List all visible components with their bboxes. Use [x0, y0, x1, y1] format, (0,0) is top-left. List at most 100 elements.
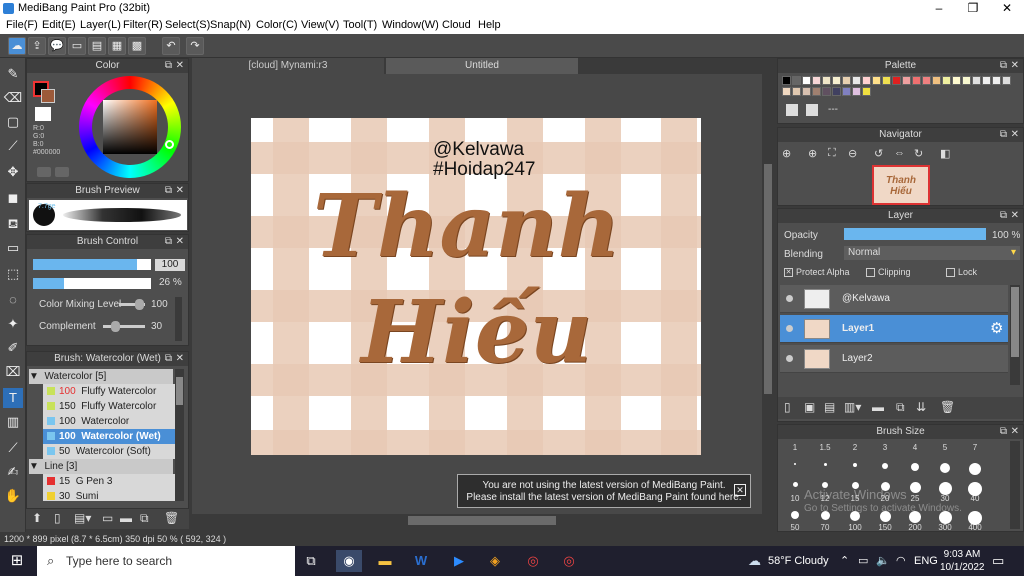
new-brush-icon[interactable]: ▯ [54, 511, 61, 525]
list-item[interactable]: 15 G Pen 3 [43, 474, 183, 489]
brush-size-dot[interactable] [968, 511, 982, 525]
task-view-icon[interactable]: ⧉ [298, 550, 324, 572]
panel-float-icon[interactable]: ⧉ [165, 184, 172, 198]
zoom-icon[interactable]: ▶ [446, 550, 472, 572]
zoom-in-icon[interactable]: ⊕ [782, 147, 791, 160]
palette-swatch[interactable] [892, 76, 901, 85]
delete-layer-icon[interactable]: 🗑 [940, 400, 955, 414]
layer-settings-gear-icon[interactable]: ⚙ [990, 319, 1003, 337]
list-item-selected[interactable]: 100 Watercolor (Wet) [43, 429, 183, 444]
lasso-tool-icon[interactable]: ◌ [3, 290, 23, 310]
palette-swatch[interactable] [862, 76, 871, 85]
zoom-out-icon[interactable]: ⊖ [848, 147, 857, 160]
panel-float-icon[interactable]: ⧉ [1000, 425, 1007, 439]
blending-select[interactable]: Normal ▾ [844, 246, 1020, 260]
select-eraser-icon[interactable]: ⌧ [3, 362, 23, 382]
undo-icon[interactable]: ↶ [162, 37, 180, 55]
panel-float-icon[interactable]: ⧉ [1000, 209, 1007, 223]
list-item[interactable]: 50 Watercolor (Soft) [43, 444, 183, 459]
menu-filter[interactable]: Filter(R) [123, 19, 163, 31]
brush-settings-icon[interactable]: ▭ [102, 511, 113, 525]
hand-tool-icon[interactable]: ✋ [3, 486, 23, 506]
protect-alpha-checkbox[interactable]: ✕ [784, 268, 793, 277]
line-tool-icon[interactable]: ⟋ [3, 136, 23, 156]
menu-color[interactable]: Color(C) [256, 19, 298, 31]
menu-layer[interactable]: Layer(L) [80, 19, 121, 31]
hue-handle[interactable] [165, 140, 174, 149]
select-tool-icon[interactable]: ⬚ [3, 264, 23, 284]
brush-group-watercolor[interactable]: ▼ Watercolor [5] [29, 369, 173, 384]
palette-swatch[interactable] [932, 76, 941, 85]
brush-size-scrollbar[interactable] [1010, 441, 1020, 529]
brush-size-dot[interactable] [794, 463, 796, 465]
palette-swatch[interactable] [842, 87, 851, 96]
cloud-icon[interactable]: ☁ [8, 37, 26, 55]
word-icon[interactable]: W [408, 550, 434, 572]
rotate-left-icon[interactable]: ↺ [874, 147, 883, 160]
menu-tool[interactable]: Tool(T) [343, 19, 377, 31]
transparent-swatch[interactable] [35, 107, 51, 121]
rotate-right-icon[interactable]: ↻ [914, 147, 923, 160]
brush-size-dot[interactable] [853, 463, 857, 467]
layer-scrollbar[interactable] [1010, 285, 1020, 385]
drawing-canvas[interactable]: @Kelvawa #Hoidap247 Thanh Hiếu [251, 118, 701, 455]
palette-swatch[interactable] [902, 76, 911, 85]
speaker-icon[interactable]: 🔈 [876, 554, 890, 567]
color-mode-icon[interactable] [37, 167, 51, 177]
brush-control-scrollbar[interactable] [175, 297, 182, 341]
navigator-thumbnail[interactable]: Thanh Hiếu [872, 165, 930, 205]
panel-float-icon[interactable]: ⧉ [1000, 59, 1007, 73]
panel-float-icon[interactable]: ⧉ [165, 235, 172, 249]
palette-swatch[interactable] [812, 76, 821, 85]
tab-cloud-mynami[interactable]: [cloud] Mynami:r3 [192, 58, 384, 74]
move-tool-icon[interactable]: ✥ [3, 162, 23, 182]
hue-wheel[interactable] [79, 76, 181, 178]
palette-swatch[interactable] [862, 87, 871, 96]
horizontal-scrollbar[interactable] [192, 514, 762, 526]
list-item[interactable]: 100 Watercolor [43, 414, 183, 429]
menu-select[interactable]: Select(S) [165, 19, 210, 31]
divide-tool-icon[interactable]: ▥ [3, 412, 23, 432]
brush-size-value[interactable]: 100 [155, 259, 185, 271]
layer-row[interactable]: Layer2 [780, 345, 1008, 373]
merge-layer-icon[interactable]: ⇊ [916, 400, 926, 414]
language-indicator[interactable]: ENG [914, 555, 938, 567]
share-icon[interactable]: ⇪ [28, 37, 46, 55]
complement-slider[interactable] [103, 321, 145, 332]
panel-close-icon[interactable]: ✕ [176, 235, 184, 249]
palette-swatch[interactable] [832, 76, 841, 85]
visibility-icon[interactable] [786, 355, 793, 362]
redo-icon[interactable]: ↷ [186, 37, 204, 55]
tab-untitled[interactable]: Untitled [386, 58, 578, 74]
palette-swatch[interactable] [782, 87, 791, 96]
close-notice-icon[interactable]: ✕ [734, 484, 746, 496]
notification-icon[interactable]: ▭ [992, 553, 1004, 569]
folder-icon[interactable]: ▬ [120, 511, 132, 525]
new-8bit-layer-icon[interactable]: ▤ [824, 400, 835, 414]
new-halftone-layer-icon[interactable]: ▣ [804, 400, 815, 414]
grid-icon[interactable]: ▦ [108, 37, 126, 55]
eraser-tool-icon[interactable]: ⌫ [3, 88, 23, 108]
visibility-icon[interactable] [786, 295, 793, 302]
delete-palette-icon[interactable] [806, 104, 818, 116]
eyedropper-icon[interactable]: ⟋ [3, 438, 23, 458]
palette-swatch[interactable] [852, 87, 861, 96]
taskbar-search-box[interactable]: ⌕ Type here to search [37, 546, 295, 576]
menu-cloud[interactable]: Cloud [442, 19, 471, 31]
palette-swatch[interactable] [782, 76, 791, 85]
medibang-app-icon[interactable]: ◉ [336, 550, 362, 572]
brush-size-dot[interactable] [911, 463, 919, 471]
background-color-swatch[interactable] [41, 89, 55, 103]
trash-icon[interactable]: 🗑 [164, 511, 179, 525]
palette-swatch[interactable] [822, 87, 831, 96]
palette-swatch[interactable] [802, 76, 811, 85]
brush-group-line[interactable]: ▼ Line [3] [29, 459, 173, 474]
layer-folder-icon[interactable]: ▬ [872, 400, 884, 414]
palette-swatch[interactable] [962, 76, 971, 85]
text-tool-icon[interactable]: T [3, 388, 23, 408]
zoom-in-step-icon[interactable]: ⊕ [808, 147, 817, 160]
copy-icon[interactable]: ⧉ [140, 511, 149, 526]
palette-swatch[interactable] [912, 76, 921, 85]
weather-text[interactable]: 58°F Cloudy [768, 555, 829, 567]
flip-icon[interactable]: ⇔ [894, 147, 905, 159]
